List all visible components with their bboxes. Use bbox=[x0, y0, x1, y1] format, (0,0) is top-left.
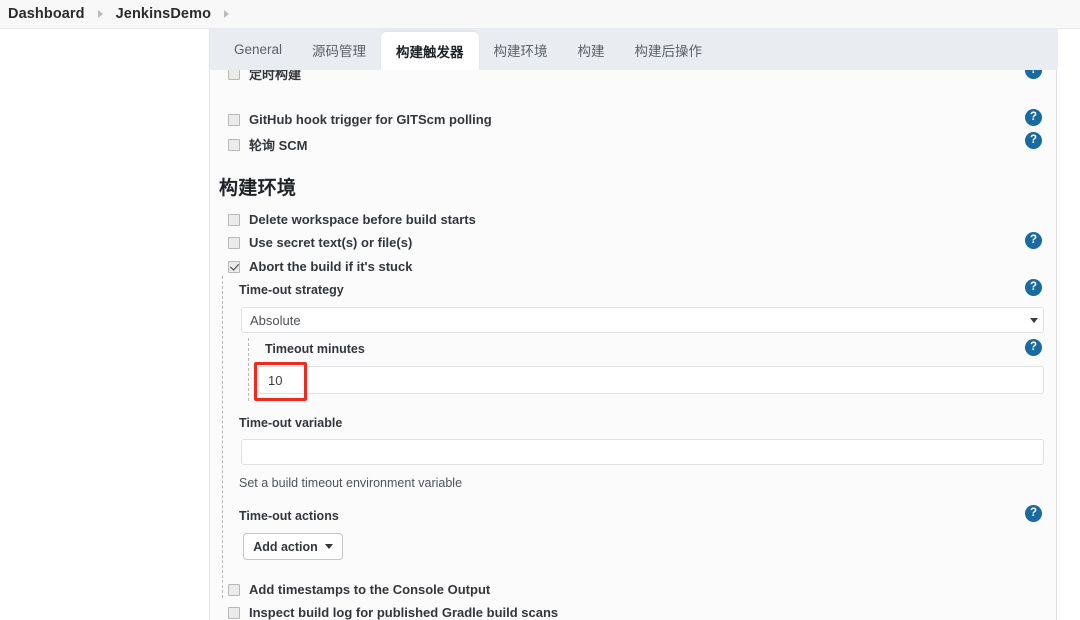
checkbox-inspect-build-log[interactable] bbox=[228, 606, 240, 619]
add-action-button[interactable]: Add action bbox=[243, 533, 343, 560]
checkbox-row-github-hook-trigger[interactable]: GitHub hook trigger for GITScm polling bbox=[228, 112, 492, 127]
help-icon-scheduled-build[interactable]: ? bbox=[1025, 70, 1042, 79]
checkbox-row-inspect-build-log[interactable]: Inspect build log for published Gradle b… bbox=[228, 605, 558, 620]
tab-general[interactable]: General bbox=[219, 29, 297, 70]
help-icon-timeout-strategy[interactable]: ? bbox=[1025, 279, 1042, 296]
checkbox-label-scheduled-build: 定时构建 bbox=[249, 70, 302, 82]
chevron-right-icon bbox=[97, 10, 103, 18]
checkbox-row-add-timestamps[interactable]: Add timestamps to the Console Output bbox=[228, 582, 490, 597]
breadcrumb: Dashboard JenkinsDemo bbox=[0, 0, 1080, 29]
help-icon-poll-scm[interactable]: ? bbox=[1025, 132, 1042, 149]
help-icon-timeout-actions[interactable]: ? bbox=[1025, 505, 1042, 522]
note-timeout-variable: Set a build timeout environment variable bbox=[239, 476, 463, 490]
help-icon-use-secret-text[interactable]: ? bbox=[1025, 232, 1042, 249]
config-form: 定时构建 GitHub hook trigger for GITScm poll… bbox=[210, 70, 1056, 620]
label-timeout-minutes: Timeout minutes bbox=[265, 342, 365, 356]
checkbox-row-use-secret-text[interactable]: Use secret text(s) or file(s) bbox=[228, 235, 412, 250]
checkbox-label-abort-if-stuck: Abort the build if it's stuck bbox=[249, 259, 413, 274]
nesting-guide-outer bbox=[222, 276, 223, 598]
checkbox-label-use-secret-text: Use secret text(s) or file(s) bbox=[249, 235, 413, 250]
checkbox-row-delete-workspace[interactable]: Delete workspace before build starts bbox=[228, 212, 476, 227]
nesting-guide-inner bbox=[248, 338, 249, 401]
checkbox-use-secret-text[interactable] bbox=[228, 236, 240, 249]
add-action-button-label: Add action bbox=[253, 539, 318, 554]
label-timeout-actions: Time-out actions bbox=[239, 509, 339, 523]
checkbox-scheduled-build[interactable] bbox=[228, 70, 240, 80]
checkbox-row-scheduled-build[interactable]: 定时构建 bbox=[228, 70, 301, 83]
config-panel: General 源码管理 构建触发器 构建环境 构建 构建后操作 定时构建 Gi… bbox=[209, 29, 1058, 620]
tab-build[interactable]: 构建 bbox=[563, 29, 620, 70]
config-form-scroll-area[interactable]: 定时构建 GitHub hook trigger for GITScm poll… bbox=[210, 70, 1056, 620]
tab-source-code-management[interactable]: 源码管理 bbox=[297, 29, 381, 70]
timeout-minutes-input[interactable] bbox=[258, 366, 1044, 394]
help-icon-github-hook-trigger[interactable]: ? bbox=[1025, 109, 1042, 126]
checkbox-label-delete-workspace: Delete workspace before build starts bbox=[249, 212, 476, 227]
checkbox-row-poll-scm[interactable]: 轮询 SCM bbox=[228, 135, 308, 154]
timeout-variable-input[interactable] bbox=[241, 439, 1044, 465]
checkbox-row-abort-if-stuck[interactable]: Abort the build if it's stuck bbox=[228, 259, 412, 274]
checkbox-label-add-timestamps: Add timestamps to the Console Output bbox=[249, 582, 491, 597]
checkbox-label-github-hook-trigger: GitHub hook trigger for GITScm polling bbox=[249, 112, 492, 127]
tab-build-environment[interactable]: 构建环境 bbox=[479, 29, 563, 70]
section-title-build-environment: 构建环境 bbox=[219, 178, 297, 199]
breadcrumb-item-jenkinsdemo[interactable]: JenkinsDemo bbox=[116, 6, 211, 22]
breadcrumb-item-dashboard[interactable]: Dashboard bbox=[8, 6, 85, 22]
tab-build-triggers[interactable]: 构建触发器 bbox=[381, 32, 479, 70]
help-icon-timeout-minutes[interactable]: ? bbox=[1025, 339, 1042, 356]
checkbox-delete-workspace[interactable] bbox=[228, 213, 240, 226]
checkbox-label-inspect-build-log: Inspect build log for published Gradle b… bbox=[249, 605, 559, 620]
checkbox-add-timestamps[interactable] bbox=[228, 583, 240, 596]
checkbox-abort-if-stuck[interactable] bbox=[228, 260, 240, 273]
timeout-strategy-select[interactable]: Absolute bbox=[241, 307, 1044, 333]
label-timeout-strategy: Time-out strategy bbox=[239, 283, 344, 297]
tab-post-build-actions[interactable]: 构建后操作 bbox=[620, 29, 718, 70]
label-timeout-variable: Time-out variable bbox=[239, 416, 343, 430]
checkbox-poll-scm[interactable] bbox=[228, 138, 240, 151]
chevron-right-icon bbox=[224, 10, 230, 18]
caret-down-icon bbox=[324, 544, 333, 549]
checkbox-github-hook-trigger[interactable] bbox=[228, 113, 240, 126]
checkbox-label-poll-scm: 轮询 SCM bbox=[249, 138, 308, 153]
config-tab-bar: General 源码管理 构建触发器 构建环境 构建 构建后操作 bbox=[210, 29, 1058, 70]
